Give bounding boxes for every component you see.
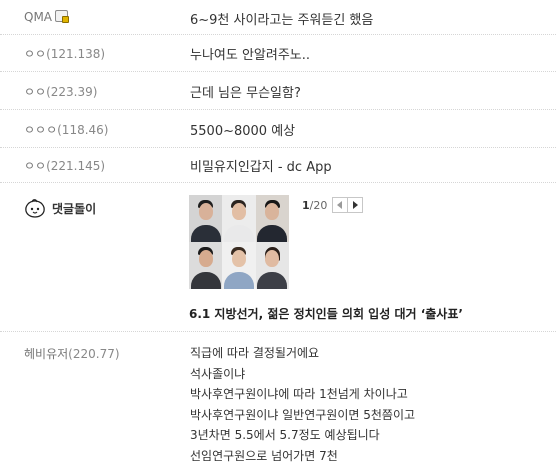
nickname[interactable]: ㅇㅇ — [24, 159, 46, 173]
portrait-image — [222, 195, 256, 242]
comment-line: 박사후연구원이냐 일반연구원이면 5천쯤이고 — [190, 407, 416, 422]
pager-current: 1 — [302, 198, 310, 212]
ip-address: (221.145) — [46, 159, 106, 173]
news-title-link[interactable]: 6.1 지방선거, 젊은 정치인들 의회 입성 대거 ‘출사표’ — [189, 305, 463, 322]
chevron-right-icon — [353, 201, 359, 209]
prev-button[interactable] — [332, 197, 349, 213]
pager-total: /20 — [309, 198, 328, 212]
comment-row: ㅇㅇㅇ(118.46) 5500~8000 예상 — [0, 109, 556, 148]
nickname[interactable]: 헤비유저 — [24, 347, 68, 361]
ip-address: (220.77) — [68, 347, 120, 361]
nickname[interactable]: QMA — [24, 10, 52, 24]
comment-author[interactable]: QMA — [24, 10, 70, 24]
bot-mascot-icon — [25, 199, 45, 218]
comment-author[interactable]: ㅇㅇ(121.138) — [24, 45, 105, 62]
portrait-image — [189, 242, 223, 289]
comment-author[interactable]: 헤비유저(220.77) — [24, 345, 120, 362]
bot-name: 댓글돌이 — [52, 201, 97, 216]
comment-line: 직급에 따라 결정될거에요 — [190, 346, 320, 360]
portrait-image — [255, 242, 289, 289]
comment-text: 누나여도 안알려주노.. — [190, 48, 311, 63]
pager-count: 1/20 — [302, 199, 327, 212]
comment-line: 석사졸이냐 — [190, 366, 246, 381]
comment-row: ㅇㅇ(121.138) 누나여도 안알려주노.. — [0, 34, 556, 72]
comment-author[interactable]: ㅇㅇㅇ(118.46) — [24, 121, 108, 138]
comment-text: 비밀유지인갑지 - dc App — [190, 160, 332, 175]
comment-row: ㅇㅇ(221.145) 비밀유지인갑지 - dc App — [0, 147, 556, 183]
comment-text: 근데 님은 무슨일함? — [190, 86, 301, 101]
nickname[interactable]: ㅇㅇ — [24, 47, 46, 61]
comment-text: 6~9천 사이라고는 주워듣긴 했음 — [190, 13, 374, 28]
portrait-image — [222, 242, 256, 289]
ip-address: (223.39) — [46, 85, 98, 99]
nickname[interactable]: ㅇㅇㅇ — [24, 123, 57, 137]
comment-line: 선임연구원으로 넘어가면 7천 — [190, 448, 338, 463]
portrait-image — [255, 195, 289, 242]
chevron-left-icon — [337, 201, 343, 209]
ip-address: (118.46) — [57, 123, 109, 137]
comment-text: 5500~8000 예상 — [190, 124, 296, 139]
ip-address: (121.138) — [46, 47, 106, 61]
news-thumbnail[interactable] — [189, 195, 289, 289]
nickname[interactable]: ㅇㅇ — [24, 85, 46, 99]
portrait-image — [189, 195, 223, 242]
comment-row: ㅇㅇ(223.39) 근데 님은 무슨일함? — [0, 71, 556, 110]
comment-row: QMA 6~9천 사이라고는 주워듣긴 했음 — [0, 0, 556, 35]
comment-author[interactable]: ㅇㅇ(221.145) — [24, 157, 105, 174]
comment-line: 박사후연구원이냐에 따라 1천넘게 차이나고 — [190, 387, 408, 401]
comment-line: 3년차면 5.5에서 5.7정도 예상됩니다 — [190, 428, 380, 442]
comment-text: 직급에 따라 결정될거에요 석사졸이냐 박사후연구원이냐에 따라 1천넘게 차이… — [190, 343, 415, 466]
gallery-manager-icon — [55, 10, 70, 23]
next-button[interactable] — [347, 197, 364, 213]
bot-author[interactable]: 댓글돌이 — [24, 198, 96, 218]
news-pager: 1/20 — [302, 197, 364, 213]
comment-author[interactable]: ㅇㅇ(223.39) — [24, 83, 97, 100]
